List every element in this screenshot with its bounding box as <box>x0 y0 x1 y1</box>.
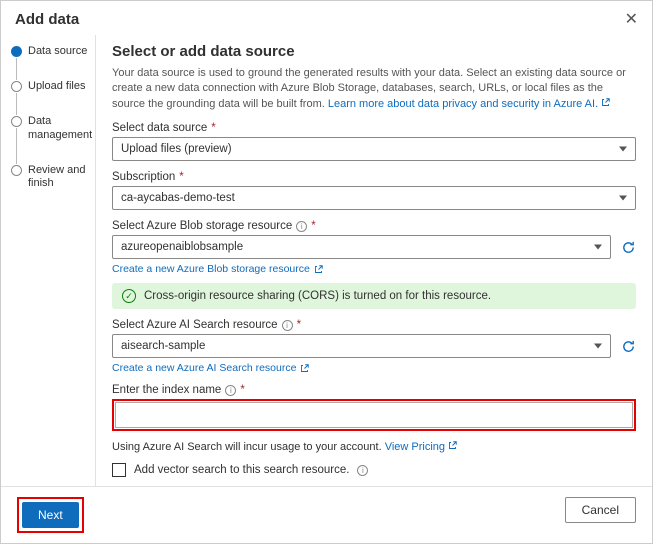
external-icon <box>300 364 309 373</box>
search-select[interactable]: aisearch-sample <box>112 334 611 358</box>
index-label: Enter the index name i * <box>112 384 636 396</box>
annotation-highlight-next: Next <box>17 497 84 533</box>
close-icon[interactable]: ✕ <box>625 9 638 29</box>
subscription-select[interactable]: ca-aycabas-demo-test <box>112 186 636 210</box>
data-source-label: Select data source* <box>112 122 636 134</box>
info-icon[interactable]: i <box>225 385 236 396</box>
vector-search-checkbox[interactable] <box>112 463 126 477</box>
page-description: Your data source is used to ground the g… <box>112 66 636 112</box>
page-title: Select or add data source <box>112 43 636 60</box>
search-label: Select Azure AI Search resource i * <box>112 319 636 331</box>
create-blob-link[interactable]: Create a new Azure Blob storage resource <box>112 263 323 275</box>
usage-note: Using Azure AI Search will incur usage t… <box>112 441 636 453</box>
learn-more-link[interactable]: Learn more about data privacy and securi… <box>328 98 610 110</box>
step-data-management[interactable]: Data management <box>11 115 89 163</box>
blob-label: Select Azure Blob storage resource i * <box>112 220 636 232</box>
dialog-title: Add data <box>15 11 79 28</box>
subscription-label: Subscription* <box>112 171 636 183</box>
next-button[interactable]: Next <box>22 502 79 528</box>
step-upload-files[interactable]: Upload files <box>11 80 89 115</box>
vector-search-label: Add vector search to this search resourc… <box>134 464 349 476</box>
external-icon <box>601 98 610 107</box>
refresh-icon[interactable] <box>621 339 636 354</box>
external-icon <box>448 441 457 450</box>
annotation-highlight-index <box>112 399 636 431</box>
refresh-icon[interactable] <box>621 240 636 255</box>
cancel-button[interactable]: Cancel <box>565 497 636 523</box>
step-review-finish[interactable]: Review and finish <box>11 164 89 190</box>
external-icon <box>314 265 323 274</box>
step-data-source[interactable]: Data source <box>11 45 89 80</box>
index-name-input[interactable] <box>115 402 633 428</box>
blob-select[interactable]: azureopenaiblobsample <box>112 235 611 259</box>
stepper: Data source Upload files Data management… <box>1 35 96 486</box>
info-icon[interactable]: i <box>296 221 307 232</box>
view-pricing-link[interactable]: View Pricing <box>385 441 457 453</box>
create-search-link[interactable]: Create a new Azure AI Search resource <box>112 362 309 374</box>
info-icon[interactable]: i <box>282 320 293 331</box>
check-circle-icon: ✓ <box>122 289 136 303</box>
info-icon[interactable]: i <box>357 465 368 476</box>
cors-banner: ✓ Cross-origin resource sharing (CORS) i… <box>112 283 636 309</box>
data-source-select[interactable]: Upload files (preview) <box>112 137 636 161</box>
